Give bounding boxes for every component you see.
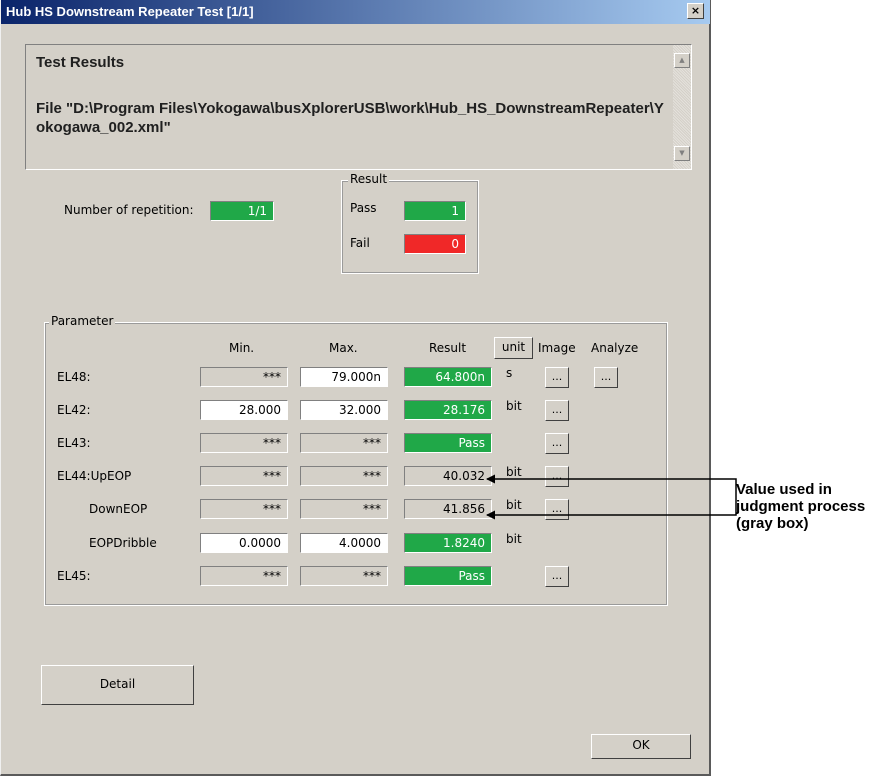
min-value: *** [200,367,288,387]
test-results-pane: Test Results File "D:\Program Files\Yoko… [25,44,692,170]
result-column-header: Result [429,341,467,355]
result-value: 41.856 [404,499,492,519]
repetition-label: Number of repetition: [64,203,194,217]
max-value: 79.000n [300,367,388,387]
max-value: *** [300,466,388,486]
parameter-name: DownEOP [89,502,148,516]
results-heading: Test Results [36,54,125,71]
unit-label: bit [506,532,522,546]
fail-label: Fail [350,236,370,250]
result-group-title: Result [348,172,390,186]
image-button[interactable]: ... [545,400,569,421]
window-title: Hub HS Downstream Repeater Test [1/1] [6,4,254,19]
max-value: 32.000 [300,400,388,420]
min-value: 0.0000 [200,533,288,553]
parameter-group-title: Parameter [49,314,116,328]
min-value: *** [200,466,288,486]
image-button[interactable]: ... [545,499,569,520]
ok-button[interactable]: OK [591,734,691,759]
repetition-value: 1/1 [210,201,274,221]
max-value: *** [300,566,388,586]
result-value: Pass [404,433,492,453]
pass-count: 1 [404,201,466,221]
max-value: *** [300,499,388,519]
parameter-name: EL45: [57,569,91,583]
annotation-label: Value used in judgment process (gray box… [736,481,866,532]
max-value: 4.0000 [300,533,388,553]
result-value: Pass [404,566,492,586]
image-button[interactable]: ... [545,433,569,454]
parameter-group: Parameter [44,314,668,606]
unit-label: bit [506,399,522,413]
scroll-up-arrow-icon[interactable]: ▲ [674,53,690,68]
unit-label: s [506,366,513,380]
results-text-block: Test Results File "D:\Program Files\Yoko… [36,53,666,137]
max-value: *** [300,433,388,453]
max-column-header: Max. [329,341,358,355]
detail-button[interactable]: Detail [41,665,194,705]
callout-bracket [709,478,737,516]
result-value: 64.800n [404,367,492,387]
unit-label: bit [506,465,522,479]
min-value: 28.000 [200,400,288,420]
min-value: *** [200,499,288,519]
image-column-header: Image [538,341,576,355]
parameter-name: EL44:UpEOP [57,469,132,483]
close-button[interactable]: × [687,3,704,19]
analyze-column-header: Analyze [591,341,639,355]
image-button[interactable]: ... [545,367,569,388]
unit-button[interactable]: unit [494,337,533,359]
result-value: 28.176 [404,400,492,420]
pass-label: Pass [350,201,377,215]
min-value: *** [200,433,288,453]
parameter-name: EOPDribble [89,536,157,550]
analyze-button[interactable]: ... [594,367,618,388]
title-bar: Hub HS Downstream Repeater Test [1/1] × [1,0,710,24]
scroll-down-arrow-icon[interactable]: ▼ [674,146,690,161]
unit-label: bit [506,498,522,512]
image-button[interactable]: ... [545,466,569,487]
result-value: 40.032 [404,466,492,486]
image-button[interactable]: ... [545,566,569,587]
result-group: Result [341,172,479,274]
min-value: *** [200,566,288,586]
min-column-header: Min. [229,341,255,355]
result-value: 1.8240 [404,533,492,553]
parameter-name: EL43: [57,436,91,450]
test-results-dialog: Hub HS Downstream Repeater Test [1/1] × … [0,0,711,776]
results-scrollbar[interactable]: ▲ ▼ [673,45,691,169]
parameter-name: EL48: [57,370,91,384]
parameter-name: EL42: [57,403,91,417]
result-file-path: File "D:\Program Files\Yokogawa\busXplor… [36,100,664,136]
fail-count: 0 [404,234,466,254]
